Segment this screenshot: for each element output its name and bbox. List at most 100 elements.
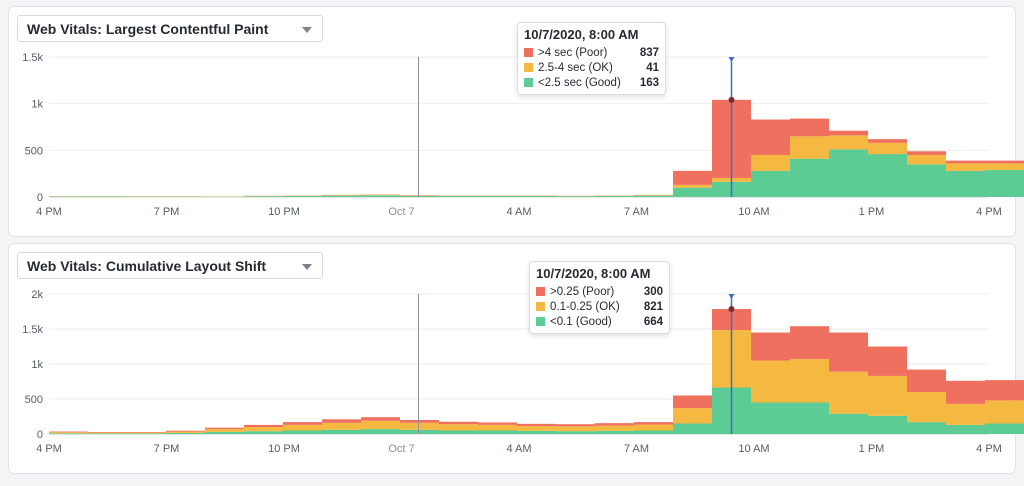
cls-chart-panel: Web Vitals: Cumulative Layout Shift 0 500… (8, 243, 1024, 474)
x-tick-label: 1 PM (859, 206, 885, 218)
bar-segment (517, 423, 556, 426)
tooltip-row: >4 sec (Poor) 837 (524, 45, 659, 60)
bar-segment (439, 430, 478, 434)
bar-segment (751, 170, 790, 197)
x-tick-label: 7 PM (154, 206, 180, 218)
x-tick-label: 4 PM (36, 206, 62, 218)
bar-segment (556, 431, 595, 434)
bar-segment (400, 420, 439, 423)
bar-segment (751, 402, 790, 434)
bar-segment (829, 130, 868, 136)
bar-segment (634, 195, 673, 197)
good-swatch (524, 78, 533, 87)
chart-tooltip: 10/7/2020, 8:00 AM >4 sec (Poor) 837 2.5… (517, 22, 666, 95)
bar-segment (556, 424, 595, 427)
bar-segment (400, 195, 439, 197)
tooltip-row: >0.25 (Poor) 300 (536, 284, 663, 299)
bar-segment (478, 422, 517, 425)
bar-segment (907, 369, 946, 392)
hover-point (728, 96, 735, 103)
chart-tooltip: 10/7/2020, 8:00 AM >0.25 (Poor) 300 0.1-… (529, 261, 670, 334)
x-tick-label: 10 AM (738, 443, 769, 455)
bar-segment (88, 432, 127, 433)
bar-segment (478, 196, 517, 197)
bar-segment (400, 422, 439, 430)
bar-segment (634, 424, 673, 431)
tooltip-row-value: 163 (639, 76, 659, 89)
tooltip-row: 0.1-0.25 (OK) 821 (536, 299, 663, 314)
bar-segment (673, 395, 712, 409)
tooltip-row: <2.5 sec (Good) 163 (524, 75, 659, 90)
tooltip-row-value: 821 (643, 300, 663, 313)
bar-segment (829, 332, 868, 372)
lcp-stacked-chart[interactable]: 0 500 1k 1.5k 4 PM 7 PM 10 PM Oct 7 4 AM 7 AM 10 A… (9, 7, 1024, 236)
bar-segment (790, 326, 829, 360)
hover-point (728, 306, 735, 313)
bar-segment (127, 432, 166, 433)
bar-segment (907, 422, 946, 434)
bar-segment (985, 163, 1024, 170)
y-tick-label: 2k (31, 289, 43, 301)
bar-segment (751, 155, 790, 171)
bar-segment (946, 403, 985, 425)
tooltip-row-label: <0.1 (Good) (550, 315, 612, 328)
y-tick-label: 500 (25, 394, 43, 406)
bar-segment (205, 427, 244, 430)
bar-segment (868, 346, 907, 376)
bar-segment (985, 160, 1024, 164)
cls-stacked-chart[interactable]: 0 500 1k 1.5k 2k 4 PM 7 PM 10 PM Oct 7 4 AM 7 AM 10… (9, 244, 1024, 473)
bar-segment (88, 433, 127, 434)
bar-segment (829, 135, 868, 150)
x-tick-label: 4 PM (976, 443, 1002, 455)
good-swatch (536, 317, 545, 326)
tooltip-row-label: >4 sec (Poor) (538, 46, 608, 59)
ok-swatch (524, 63, 533, 72)
x-tick-label: 4 AM (506, 443, 531, 455)
bar-segment (517, 196, 556, 197)
x-tick-label: 10 PM (268, 443, 300, 455)
bar-segment (868, 142, 907, 155)
bar-segment (751, 332, 790, 361)
tooltip-title: 10/7/2020, 8:00 AM (536, 266, 651, 281)
bar-segment (322, 422, 361, 430)
bar-segment (283, 430, 322, 434)
bar-segment (790, 359, 829, 403)
x-tick-label: 7 AM (624, 206, 649, 218)
bar-segment (790, 158, 829, 197)
x-tick-label: 10 PM (268, 206, 300, 218)
x-tick-label: 4 PM (36, 443, 62, 455)
hover-cursor-handle[interactable] (728, 294, 735, 299)
bar-segment (868, 375, 907, 416)
bar-segment (985, 169, 1024, 197)
y-tick-label: 1k (31, 99, 43, 111)
bar-segment (361, 420, 400, 430)
bar-segment (946, 170, 985, 197)
bar-segment (985, 423, 1024, 434)
bar-segment (283, 196, 322, 197)
x-tick-label: 4 AM (506, 206, 531, 218)
ok-swatch (536, 302, 545, 311)
bar-segment (478, 430, 517, 434)
bar-segment (868, 139, 907, 143)
bar-segment (556, 196, 595, 197)
y-tick-label: 0 (37, 429, 43, 441)
bar-segment (634, 422, 673, 425)
tooltip-row-value: 837 (639, 46, 659, 59)
bar-segment (790, 118, 829, 137)
hover-cursor-handle[interactable] (728, 57, 735, 62)
poor-swatch (524, 48, 533, 57)
bar-segment (127, 432, 166, 434)
tooltip-row-label: 2.5-4 sec (OK) (538, 61, 613, 74)
bar-segment (517, 425, 556, 431)
bar-segment (868, 415, 907, 434)
bar-segment (790, 402, 829, 434)
bar-segment (673, 170, 712, 185)
bar-segment (244, 431, 283, 434)
bar-segment (751, 360, 790, 403)
bar-segment (127, 433, 166, 434)
bar-segment (673, 408, 712, 424)
bar-segment (907, 164, 946, 197)
bar-segment (88, 432, 127, 434)
bar-segment (478, 424, 517, 431)
bar-segment (907, 392, 946, 423)
